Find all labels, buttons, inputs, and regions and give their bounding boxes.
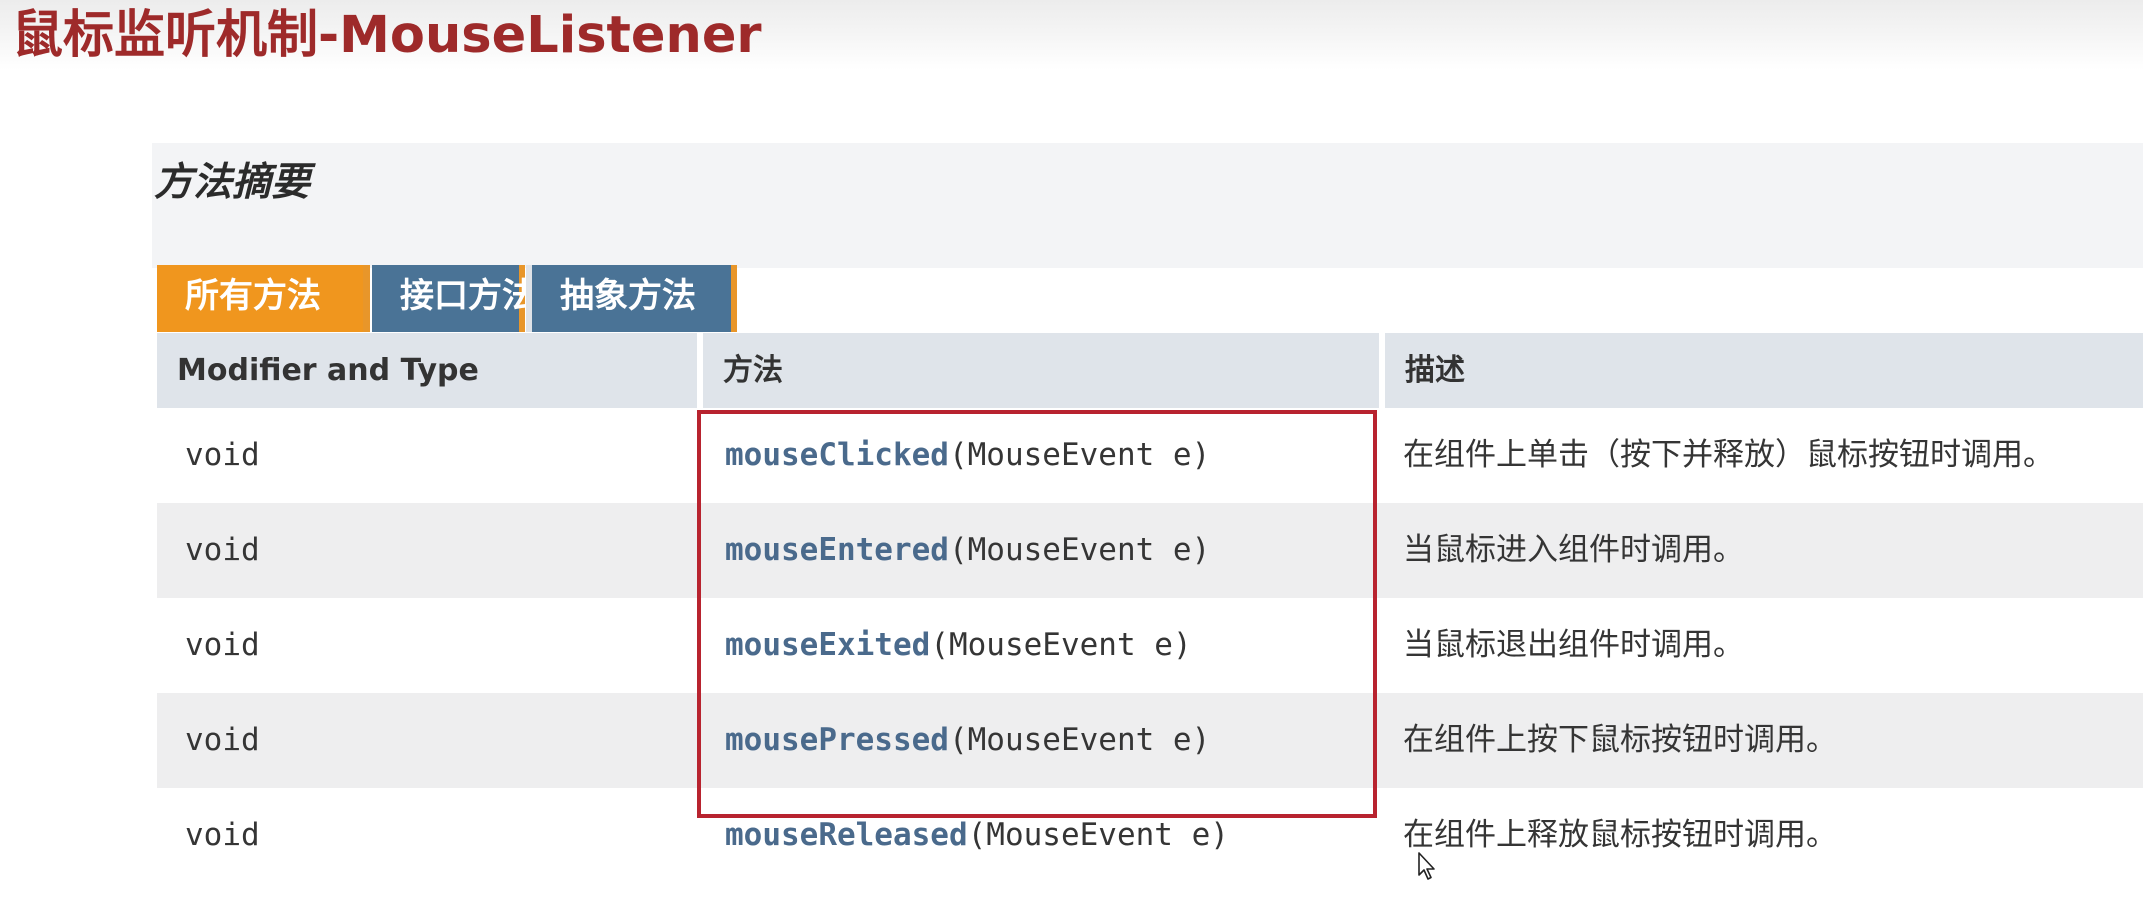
tab-abstract-methods[interactable]: 抽象方法 xyxy=(532,265,737,332)
section-title: 方法摘要 xyxy=(154,160,311,205)
method-params: (MouseEvent e) xyxy=(948,532,1211,568)
table-row: void mouseReleased(MouseEvent e) 在组件上释放鼠… xyxy=(157,788,2143,883)
method-link[interactable]: mouseReleased xyxy=(725,817,968,853)
column-header-type: Modifier and Type xyxy=(157,333,697,408)
tab-all-methods[interactable]: 所有方法 xyxy=(157,265,363,332)
tab-interface-methods[interactable]: 接口方法 xyxy=(372,265,536,332)
method-description: 当鼠标退出组件时调用。 xyxy=(1403,627,1744,663)
column-header-description: 描述 xyxy=(1385,333,2143,408)
method-signature: mousePressed(MouseEvent e) xyxy=(703,693,1379,788)
return-type: void xyxy=(185,627,260,663)
mouse-pointer-icon xyxy=(1418,852,1435,880)
method-signature: mouseClicked(MouseEvent e) xyxy=(703,408,1379,503)
return-type: void xyxy=(185,817,260,853)
table-header: Modifier and Type 方法 描述 xyxy=(157,333,2143,408)
method-params: (MouseEvent e) xyxy=(930,627,1192,663)
return-type: void xyxy=(185,722,260,758)
method-link[interactable]: mouseEntered xyxy=(725,532,949,568)
method-description: 在组件上单击（按下并释放）鼠标按钮时调用。 xyxy=(1403,437,2054,473)
panel-header: 方法摘要 xyxy=(152,143,2143,268)
return-type: void xyxy=(185,532,260,568)
method-signature: mouseEntered(MouseEvent e) xyxy=(703,503,1379,598)
method-params: (MouseEvent e) xyxy=(967,817,1229,853)
table-row: void mousePressed(MouseEvent e) 在组件上按下鼠标… xyxy=(157,693,2143,788)
table-row: void mouseExited(MouseEvent e) 当鼠标退出组件时调… xyxy=(157,598,2143,693)
method-description: 在组件上按下鼠标按钮时调用。 xyxy=(1403,722,1837,758)
method-description: 在组件上释放鼠标按钮时调用。 xyxy=(1403,817,1837,853)
method-link[interactable]: mouseClicked xyxy=(725,437,949,473)
table-row: void mouseClicked(MouseEvent e) 在组件上单击（按… xyxy=(157,408,2143,503)
slide-title: 鼠标监听机制-MouseListener xyxy=(12,6,762,65)
method-summary-panel: 方法摘要 所有方法 接口方法 抽象方法 Modifier and Type 方法… xyxy=(152,143,2143,883)
method-params: (MouseEvent e) xyxy=(948,437,1211,473)
method-signature: mouseReleased(MouseEvent e) xyxy=(703,788,1379,883)
return-type: void xyxy=(185,437,260,473)
method-signature: mouseExited(MouseEvent e) xyxy=(703,598,1379,693)
column-header-method: 方法 xyxy=(703,333,1379,408)
method-link[interactable]: mousePressed xyxy=(725,722,949,758)
method-description: 当鼠标进入组件时调用。 xyxy=(1403,532,1744,568)
tab-separator xyxy=(363,265,370,332)
table-row: void mouseEntered(MouseEvent e) 当鼠标进入组件时… xyxy=(157,503,2143,598)
method-link[interactable]: mouseExited xyxy=(725,627,930,663)
method-params: (MouseEvent e) xyxy=(948,722,1211,758)
